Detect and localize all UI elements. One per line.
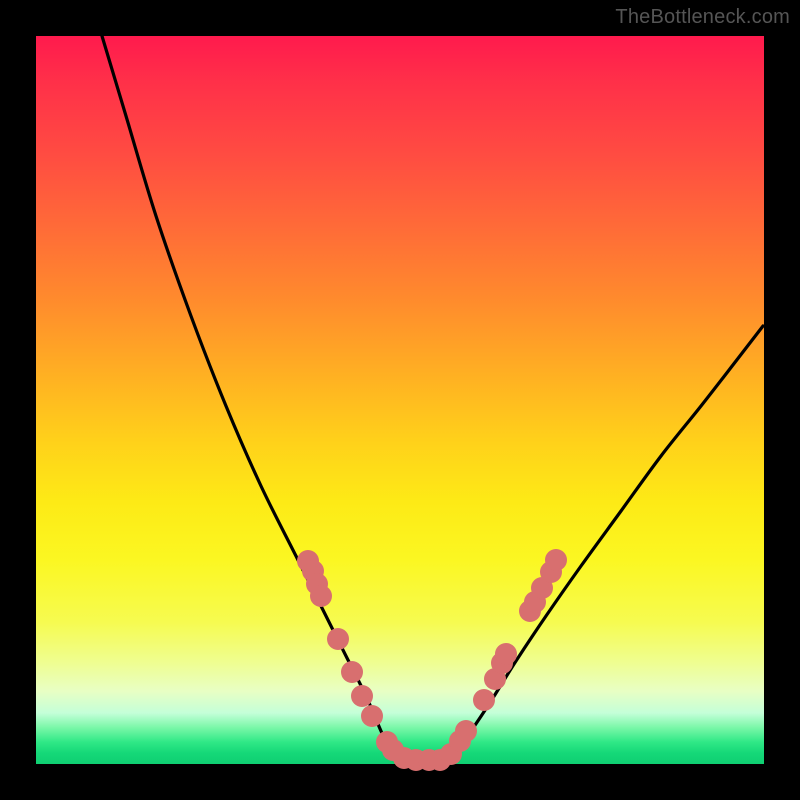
- marker-group: [297, 549, 567, 771]
- marker-point: [455, 720, 477, 742]
- marker-point: [351, 685, 373, 707]
- marker-point: [545, 549, 567, 571]
- marker-point: [495, 643, 517, 665]
- chart-frame: TheBottleneck.com: [0, 0, 800, 800]
- marker-point: [327, 628, 349, 650]
- marker-point: [473, 689, 495, 711]
- left-curve: [102, 36, 401, 762]
- marker-point: [341, 661, 363, 683]
- watermark-text: TheBottleneck.com: [615, 6, 790, 29]
- plot-area: [36, 36, 764, 764]
- marker-point: [310, 585, 332, 607]
- marker-point: [361, 705, 383, 727]
- chart-overlay: [36, 36, 764, 764]
